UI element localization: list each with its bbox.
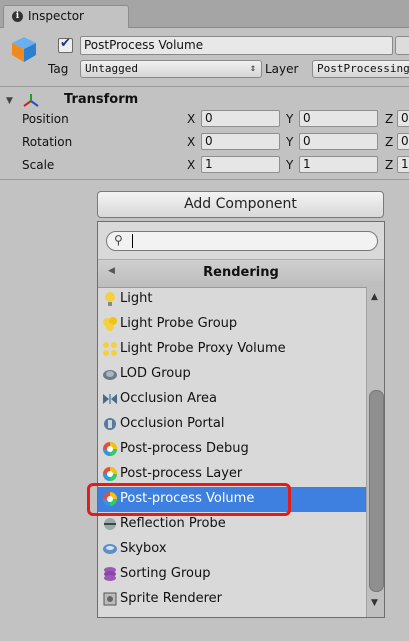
add-component-button[interactable]: Add Component: [97, 191, 384, 218]
scale-y-field[interactable]: 1: [299, 156, 378, 173]
skybox-icon: [103, 544, 117, 554]
transform-title: Transform: [64, 92, 139, 107]
lod-group-icon: [103, 370, 117, 380]
position-label: Position: [22, 112, 69, 126]
axis-y-label: Y: [286, 158, 294, 172]
search-icon: ⚲: [114, 233, 123, 247]
list-item-label: Skybox: [120, 541, 167, 556]
light-probe-proxy-icon: [103, 342, 117, 356]
scroll-down-arrow-icon[interactable]: ▼: [371, 598, 378, 608]
list-item-label: Reflection Probe: [120, 516, 226, 531]
light-probe-group-icon: [103, 317, 117, 331]
list-item-label: Sprite Renderer: [120, 591, 223, 606]
tag-value: Untagged: [85, 62, 138, 75]
dropdown-arrow-icon: ⇕: [249, 63, 256, 74]
axis-x-label: X: [187, 158, 196, 172]
layer-label: Layer: [265, 62, 299, 76]
layer-dropdown[interactable]: PostProcessing: [312, 60, 409, 78]
position-z-field[interactable]: 0: [397, 110, 409, 127]
axis-x-label: X: [187, 135, 196, 149]
list-item-sorting-group[interactable]: Sorting Group: [98, 562, 366, 587]
list-item-occlusion-portal[interactable]: Occlusion Portal: [98, 412, 366, 437]
rotation-label: Rotation: [22, 135, 73, 149]
position-y-field[interactable]: 0: [299, 110, 378, 127]
list-scrollbar[interactable]: ▲ ▼: [366, 287, 384, 617]
rotation-x-field[interactable]: 0: [201, 133, 280, 150]
scale-z-field[interactable]: 1: [397, 156, 409, 173]
rotation-y-field[interactable]: 0: [299, 133, 378, 150]
list-item-occlusion-area[interactable]: Occlusion Area: [98, 387, 366, 412]
axis-z-label: Z: [385, 112, 394, 126]
gameobject-cube-icon: [12, 37, 36, 62]
axis-y-label: Y: [286, 112, 294, 126]
scale-x-field[interactable]: 1: [201, 156, 280, 173]
list-item-label: Light Probe Proxy Volume: [120, 341, 286, 356]
occlusion-portal-icon: [104, 418, 116, 430]
axis-z-label: Z: [385, 158, 394, 172]
component-list: Light Light Probe Group Light Probe Prox…: [98, 287, 366, 617]
checkmark-icon: ✔: [60, 36, 71, 51]
list-item-label: Occlusion Area: [120, 391, 218, 406]
list-item-light-probe-group[interactable]: Light Probe Group: [98, 312, 366, 337]
axis-z-label: Z: [385, 135, 394, 149]
object-name-field[interactable]: PostProcess Volume: [80, 36, 393, 55]
list-item-label: Light: [120, 291, 153, 306]
foldout-arrow-icon[interactable]: ▼: [6, 96, 13, 106]
info-icon: i: [12, 11, 23, 22]
list-item-post-process-debug[interactable]: Post-process Debug: [98, 437, 366, 462]
scrollbar-thumb[interactable]: [369, 390, 384, 592]
add-component-popup: ⚲ ◀ Rendering Light Light Probe Group Li…: [97, 221, 385, 618]
sprite-renderer-icon: [103, 592, 117, 606]
highlight-annotation-box: [87, 483, 291, 516]
list-item-label: Post-process Layer: [120, 466, 243, 481]
occlusion-area-icon: [103, 394, 117, 404]
divider: [0, 86, 409, 87]
list-item-label: Sorting Group: [120, 566, 211, 581]
list-item-light[interactable]: Light: [98, 287, 366, 312]
tab-inspector[interactable]: i Inspector: [3, 5, 129, 28]
search-input[interactable]: ⚲: [106, 231, 378, 251]
layer-value: PostProcessing: [317, 62, 409, 75]
post-process-icon: [103, 442, 117, 456]
light-bulb-icon: [105, 292, 115, 306]
scale-label: Scale: [22, 158, 55, 172]
category-header: ◀ Rendering: [98, 259, 384, 288]
list-item-lod-group[interactable]: LOD Group: [98, 362, 366, 387]
list-item-skybox[interactable]: Skybox: [98, 537, 366, 562]
divider: [0, 179, 409, 180]
axis-y-label: Y: [286, 135, 294, 149]
scroll-up-arrow-icon[interactable]: ▲: [371, 292, 378, 302]
axis-x-label: X: [187, 112, 196, 126]
sorting-group-icon: [104, 567, 116, 581]
list-item-label: Post-process Debug: [120, 441, 249, 456]
category-title: Rendering: [203, 265, 279, 280]
rotation-z-field[interactable]: 0: [397, 133, 409, 150]
tab-label: Inspector: [28, 9, 84, 23]
list-item-light-probe-proxy-volume[interactable]: Light Probe Proxy Volume: [98, 337, 366, 362]
tag-dropdown[interactable]: Untagged ⇕: [80, 60, 262, 78]
transform-icon: [23, 94, 39, 107]
position-x-field[interactable]: 0: [201, 110, 280, 127]
static-toggle[interactable]: [395, 36, 409, 55]
reflection-probe-icon: [104, 518, 116, 530]
list-item-label: Occlusion Portal: [120, 416, 225, 431]
tab-strip: i Inspector: [0, 0, 409, 28]
active-checkbox[interactable]: ✔: [58, 36, 73, 53]
post-process-icon: [103, 467, 117, 481]
tag-label: Tag: [48, 62, 69, 76]
list-item-label: Light Probe Group: [120, 316, 238, 331]
text-caret: [132, 234, 133, 248]
list-item-label: LOD Group: [120, 366, 191, 381]
list-item-sprite-renderer[interactable]: Sprite Renderer: [98, 587, 366, 612]
